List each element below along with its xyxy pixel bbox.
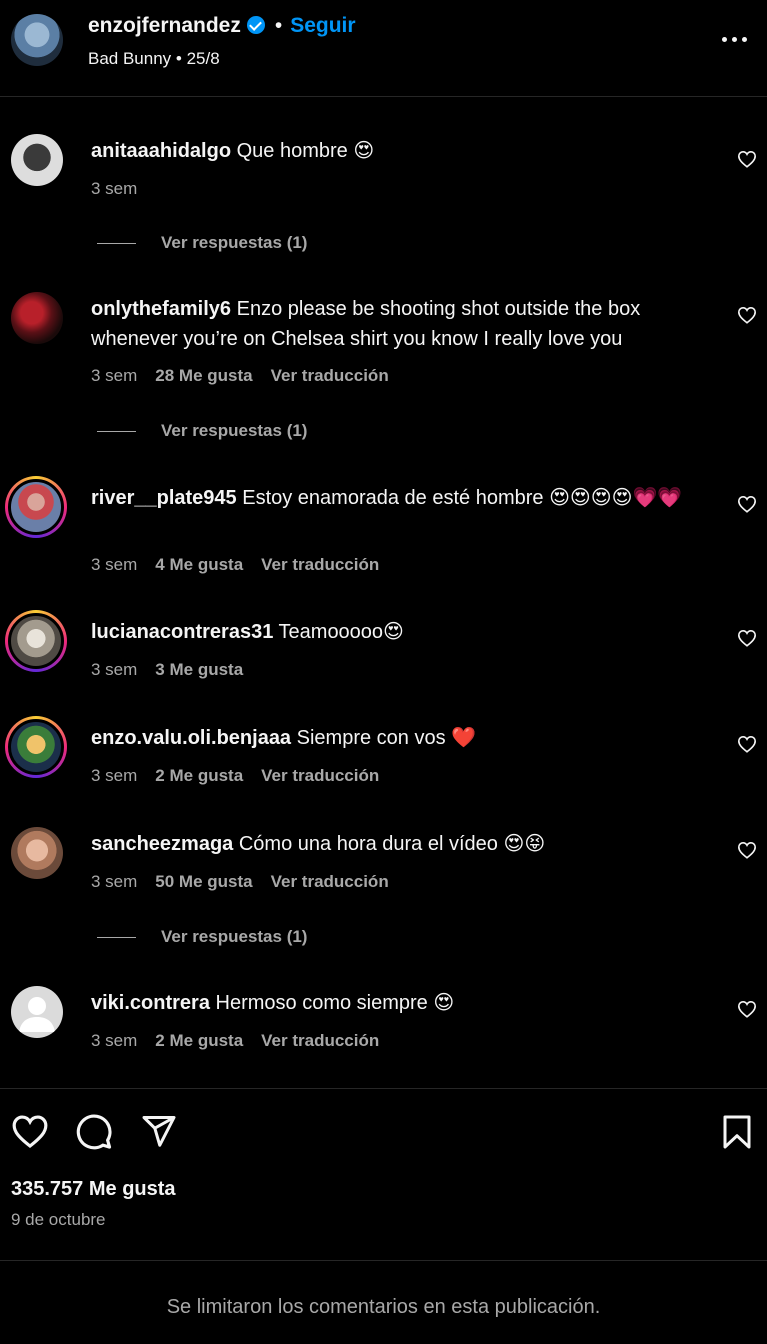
- comment-time[interactable]: 3 sem: [91, 1031, 137, 1050]
- comment-likes[interactable]: 50 Me gusta: [155, 872, 252, 891]
- like-comment-heart-icon[interactable]: [737, 495, 757, 513]
- comment-meta: 3 sem 2 Me gusta Ver traducción: [91, 766, 379, 786]
- comment-text: Estoy enamorada de esté hombre 😍😍😍😍💗💗: [242, 487, 683, 509]
- comment-time[interactable]: 3 sem: [91, 366, 137, 385]
- like-comment-heart-icon[interactable]: [737, 306, 757, 324]
- comment-meta: 3 sem 50 Me gusta Ver traducción: [91, 872, 389, 892]
- comment-time[interactable]: 3 sem: [91, 766, 137, 785]
- commenter-avatar[interactable]: [11, 134, 63, 186]
- verified-badge-icon: [246, 16, 265, 34]
- commenter-avatar-story-ring[interactable]: [5, 716, 67, 778]
- post-like-count[interactable]: 335.757 Me gusta: [11, 1178, 176, 1201]
- see-translation-link[interactable]: Ver traducción: [261, 1031, 379, 1050]
- commenter-avatar-story-ring[interactable]: [5, 610, 67, 672]
- view-replies-label: Ver respuestas (1): [161, 927, 308, 946]
- see-translation-link[interactable]: Ver traducción: [271, 366, 389, 385]
- commenter-username[interactable]: enzo.valu.oli.benjaaa: [91, 727, 291, 749]
- share-icon[interactable]: [140, 1113, 178, 1149]
- commenter-username[interactable]: river__plate945: [91, 487, 237, 509]
- see-translation-link[interactable]: Ver traducción: [261, 766, 379, 785]
- commenter-avatar[interactable]: [11, 827, 63, 879]
- comment-likes[interactable]: 28 Me gusta: [155, 366, 252, 385]
- commenter-username[interactable]: viki.contrera: [91, 992, 210, 1014]
- post-date[interactable]: 9 de octubre: [11, 1210, 106, 1230]
- commenter-avatar[interactable]: [11, 292, 63, 344]
- see-translation-link[interactable]: Ver traducción: [271, 872, 389, 891]
- comment-body: onlythefamily6 Enzo please be shooting s…: [91, 294, 706, 354]
- comment-body: lucianacontreras31 Teamooooo😍: [91, 617, 706, 647]
- more-options-icon[interactable]: [721, 35, 749, 45]
- comment-meta: 3 sem 4 Me gusta Ver traducción: [91, 555, 379, 575]
- view-replies-link[interactable]: Ver respuestas (1): [97, 233, 307, 253]
- comment-body: enzo.valu.oli.benjaaa Siempre con vos ❤️: [91, 723, 706, 753]
- separator-dot: •: [274, 14, 283, 37]
- like-comment-heart-icon[interactable]: [737, 1000, 757, 1018]
- comment-likes[interactable]: 4 Me gusta: [155, 555, 243, 574]
- comment-time[interactable]: 3 sem: [91, 179, 137, 198]
- comment-time[interactable]: 3 sem: [91, 555, 137, 574]
- like-comment-heart-icon[interactable]: [737, 735, 757, 753]
- comment-body: sancheezmaga Cómo una hora dura el vídeo…: [91, 829, 706, 859]
- like-comment-heart-icon[interactable]: [737, 841, 757, 859]
- commenter-avatar[interactable]: [11, 986, 63, 1038]
- heart-icon[interactable]: [11, 1113, 49, 1149]
- commenter-username[interactable]: lucianacontreras31: [91, 621, 273, 643]
- comment-text: Teamooooo😍: [278, 621, 404, 643]
- like-comment-heart-icon[interactable]: [737, 629, 757, 647]
- comment-text: Que hombre 😍: [236, 140, 375, 162]
- replies-line: [97, 431, 136, 433]
- view-replies-label: Ver respuestas (1): [161, 421, 308, 440]
- post-header: enzojfernandez • Seguir Bad Bunny • 25/8: [0, 0, 767, 97]
- replies-line: [97, 243, 136, 245]
- comments-limited-notice: Se limitaron los comentarios en esta pub…: [166, 1296, 601, 1318]
- replies-line: [97, 937, 136, 939]
- comment-text: Cómo una hora dura el vídeo 😍😝: [238, 833, 546, 855]
- comment-text: Hermoso como siempre 😍: [215, 992, 455, 1014]
- comment-likes[interactable]: 2 Me gusta: [155, 766, 243, 785]
- comment-meta: 3 sem 2 Me gusta Ver traducción: [91, 1031, 379, 1051]
- comment-text: Siempre con vos ❤️: [296, 727, 477, 749]
- author-avatar[interactable]: [11, 14, 63, 66]
- commenter-username[interactable]: onlythefamily6: [91, 298, 231, 320]
- comment-meta: 3 sem 28 Me gusta Ver traducción: [91, 366, 389, 386]
- view-replies-label: Ver respuestas (1): [161, 233, 308, 252]
- comment-meta: 3 sem 3 Me gusta: [91, 660, 243, 680]
- comment-likes[interactable]: 3 Me gusta: [155, 660, 243, 679]
- view-replies-link[interactable]: Ver respuestas (1): [97, 421, 307, 441]
- commenter-username[interactable]: sancheezmaga: [91, 833, 233, 855]
- comment-time[interactable]: 3 sem: [91, 660, 137, 679]
- comment-body: river__plate945 Estoy enamorada de esté …: [91, 483, 706, 513]
- comment-likes[interactable]: 2 Me gusta: [155, 1031, 243, 1050]
- author-username[interactable]: enzojfernandez: [88, 14, 241, 37]
- bookmark-icon[interactable]: [719, 1113, 755, 1151]
- like-comment-heart-icon[interactable]: [737, 150, 757, 168]
- view-replies-link[interactable]: Ver respuestas (1): [97, 927, 307, 947]
- comment-meta: 3 sem: [91, 179, 137, 199]
- commenter-avatar-story-ring[interactable]: [5, 476, 67, 538]
- post-action-bar: [0, 1088, 767, 1150]
- comment-body: viki.contrera Hermoso como siempre 😍: [91, 988, 706, 1018]
- follow-button[interactable]: Seguir: [290, 14, 355, 37]
- comment-icon[interactable]: [75, 1113, 113, 1151]
- comment-body: anitaaahidalgo Que hombre 😍: [91, 136, 706, 166]
- see-translation-link[interactable]: Ver traducción: [261, 555, 379, 574]
- author-line: enzojfernandez • Seguir: [88, 14, 356, 38]
- audio-label[interactable]: Bad Bunny • 25/8: [88, 49, 220, 69]
- commenter-username[interactable]: anitaaahidalgo: [91, 140, 231, 162]
- default-avatar-icon: [19, 997, 55, 1032]
- comment-time[interactable]: 3 sem: [91, 872, 137, 891]
- comments-footer: Se limitaron los comentarios en esta pub…: [0, 1260, 767, 1344]
